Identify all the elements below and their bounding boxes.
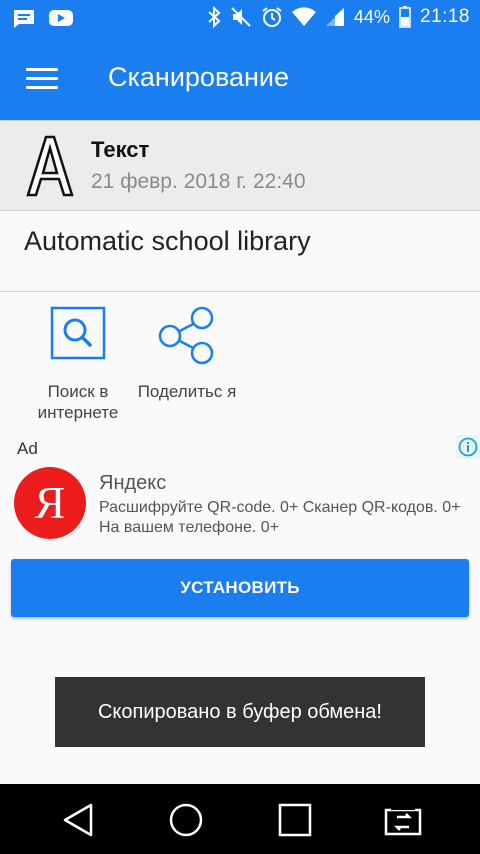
mute-icon [231,7,251,27]
share-icon [158,306,214,365]
page-title: Сканирование [108,62,290,92]
clock: 21:18 [419,6,470,27]
yandex-logo[interactable]: Я [14,467,86,539]
info-icon [458,437,478,457]
actions-panel: Поиск в интернете Поделитьс я [0,300,480,430]
signal-icon [325,8,344,26]
text-type-icon [26,135,74,197]
scan-result[interactable]: Automatic school library [0,211,480,292]
youtube-icon [49,10,73,26]
search-web-button[interactable]: Поиск в интернете [28,300,128,423]
screen-switch-icon[interactable] [383,800,423,840]
share-button[interactable]: Поделитьс я [132,300,242,402]
yandex-logo-letter: Я [34,477,66,528]
share-label: Поделитьс я [137,382,237,401]
wifi-icon [291,7,316,27]
ad-label: Ad [17,439,38,458]
app-bar: Сканирование [0,38,480,120]
bluetooth-icon [208,6,221,28]
recent-apps-icon[interactable] [275,800,315,840]
ad-description: Расшифруйте QR-code. 0+ Сканер QR-кодов.… [99,499,461,536]
battery-icon [399,6,411,28]
scan-type-title: Текст [91,137,150,162]
battery-percent: 44% [353,6,390,27]
search-icon [50,306,106,360]
system-nav-bar [0,784,480,854]
toast-message: Скопировано в буфер обмена! [55,677,425,747]
home-icon[interactable] [166,800,206,840]
ad-title[interactable]: Яндекс [99,472,166,495]
menu-button[interactable] [26,68,58,92]
scan-result-text[interactable]: Automatic school library [24,226,311,257]
alarm-icon [262,7,282,27]
hamburger-icon [26,68,58,71]
back-icon[interactable] [58,800,98,840]
search-web-label: Поиск в интернете [37,382,119,422]
scan-date: 21 февр. 2018 г. 22:40 [91,170,306,193]
message-icon [14,10,34,28]
status-bar: 44% 21:18 [0,0,480,38]
install-button[interactable]: УСТАНОВИТЬ [11,559,469,617]
scan-type-header: Текст 21 февр. 2018 г. 22:40 [0,121,480,211]
ad-info-button[interactable] [456,435,480,459]
